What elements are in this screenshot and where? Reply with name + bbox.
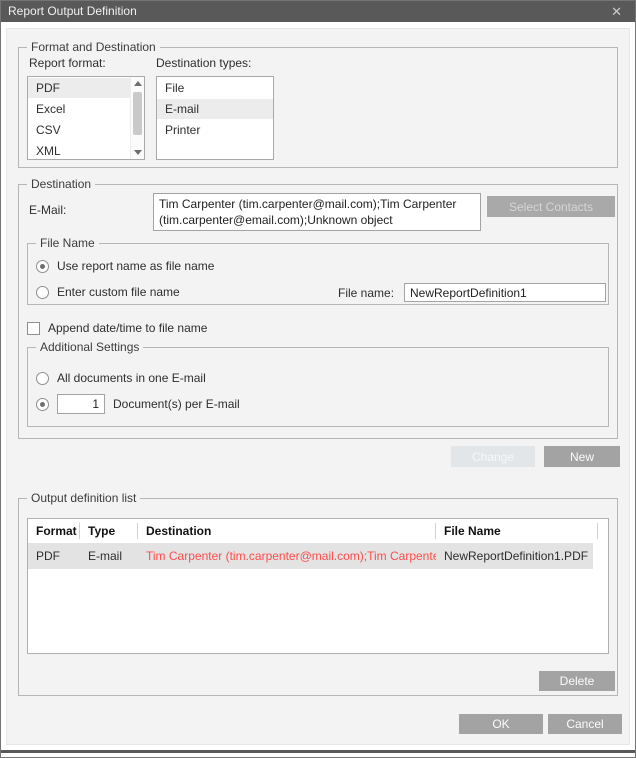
group-destination: Destination E-Mail: Tim Carpenter (tim.c… xyxy=(18,184,618,439)
scroll-down-icon[interactable] xyxy=(131,146,144,159)
group-output-definition-list: Output definition list Format Type Desti… xyxy=(18,498,618,696)
window-bottom-border xyxy=(1,750,635,753)
column-header-spacer xyxy=(598,519,608,543)
use-report-name-radio[interactable] xyxy=(36,260,49,273)
destination-type-option-printer[interactable]: Printer xyxy=(157,120,273,140)
cell-type[interactable]: E-mail xyxy=(80,549,138,563)
report-format-listbox[interactable]: PDF Excel CSV XML xyxy=(27,76,145,160)
use-report-name-radio-row[interactable]: Use report name as file name xyxy=(36,258,214,274)
all-docs-label: All documents in one E-mail xyxy=(57,371,206,385)
table-header-row: Format Type Destination File Name xyxy=(28,519,608,543)
cell-format[interactable]: PDF xyxy=(28,549,80,563)
report-format-scrollbar[interactable] xyxy=(130,77,144,159)
email-label: E-Mail: xyxy=(29,203,66,217)
enter-custom-label: Enter custom file name xyxy=(57,285,180,299)
file-name-label: File name: xyxy=(338,286,394,300)
use-report-name-label: Use report name as file name xyxy=(57,259,214,273)
column-header-format[interactable]: Format xyxy=(28,519,80,543)
change-button[interactable]: Change xyxy=(451,446,535,467)
new-button[interactable]: New xyxy=(544,446,620,467)
file-name-input[interactable] xyxy=(404,283,606,302)
cancel-button[interactable]: Cancel xyxy=(548,714,622,734)
group-additional-settings: Additional Settings All documents in one… xyxy=(27,347,609,427)
destination-type-option-file[interactable]: File xyxy=(157,78,273,98)
group-format-and-destination: Format and Destination Report format: PD… xyxy=(18,47,618,168)
close-icon[interactable]: ✕ xyxy=(605,3,628,20)
group-file-name: File Name Use report name as file name E… xyxy=(27,243,609,305)
append-datetime-row[interactable]: Append date/time to file name xyxy=(27,320,207,336)
scroll-up-icon[interactable] xyxy=(131,77,144,90)
group-additional-settings-label: Additional Settings xyxy=(36,340,143,354)
column-header-type[interactable]: Type xyxy=(80,519,138,543)
title-bar: Report Output Definition ✕ xyxy=(0,0,636,22)
destination-type-option-email[interactable]: E-mail xyxy=(157,99,273,119)
docs-per-email-label: Document(s) per E-mail xyxy=(113,397,240,411)
column-header-file-name[interactable]: File Name xyxy=(436,519,598,543)
select-contacts-button[interactable]: Select Contacts xyxy=(487,196,615,217)
all-docs-radio-row[interactable]: All documents in one E-mail xyxy=(36,370,206,386)
group-format-and-destination-label: Format and Destination xyxy=(27,40,160,54)
column-header-destination[interactable]: Destination xyxy=(138,519,436,543)
output-definition-table: Format Type Destination File Name PDF E-… xyxy=(27,518,609,654)
append-datetime-checkbox[interactable] xyxy=(27,322,40,335)
scrollbar-thumb[interactable] xyxy=(133,92,142,135)
dialog-body: Format and Destination Report format: PD… xyxy=(6,28,630,745)
enter-custom-radio[interactable] xyxy=(36,286,49,299)
table-row[interactable]: PDF E-mail Tim Carpenter (tim.carpenter@… xyxy=(28,543,593,569)
report-format-option-csv[interactable]: CSV xyxy=(28,120,131,140)
window-title: Report Output Definition xyxy=(8,4,137,18)
group-destination-label: Destination xyxy=(27,177,95,191)
report-format-label: Report format: xyxy=(29,56,106,70)
append-datetime-label: Append date/time to file name xyxy=(48,321,207,335)
docs-per-email-input[interactable] xyxy=(57,394,105,414)
report-format-option-excel[interactable]: Excel xyxy=(28,99,131,119)
cell-destination[interactable]: Tim Carpenter (tim.carpenter@mail.com);T… xyxy=(138,549,436,563)
delete-button[interactable]: Delete xyxy=(539,671,615,691)
report-format-option-xml[interactable]: XML xyxy=(28,141,131,161)
cell-file-name[interactable]: NewReportDefinition1.PDF xyxy=(436,549,598,563)
all-docs-radio[interactable] xyxy=(36,372,49,385)
docs-per-email-radio[interactable] xyxy=(36,398,49,411)
enter-custom-radio-row[interactable]: Enter custom file name xyxy=(36,284,180,300)
group-file-name-label: File Name xyxy=(36,236,99,250)
group-output-definition-list-label: Output definition list xyxy=(27,491,140,505)
email-input[interactable]: Tim Carpenter (tim.carpenter@mail.com);T… xyxy=(153,193,481,231)
docs-per-email-radio-row[interactable]: Document(s) per E-mail xyxy=(36,394,240,414)
destination-types-listbox[interactable]: File E-mail Printer xyxy=(156,76,274,160)
report-format-option-pdf[interactable]: PDF xyxy=(28,78,131,98)
ok-button[interactable]: OK xyxy=(459,714,543,734)
destination-types-label: Destination types: xyxy=(156,56,251,70)
